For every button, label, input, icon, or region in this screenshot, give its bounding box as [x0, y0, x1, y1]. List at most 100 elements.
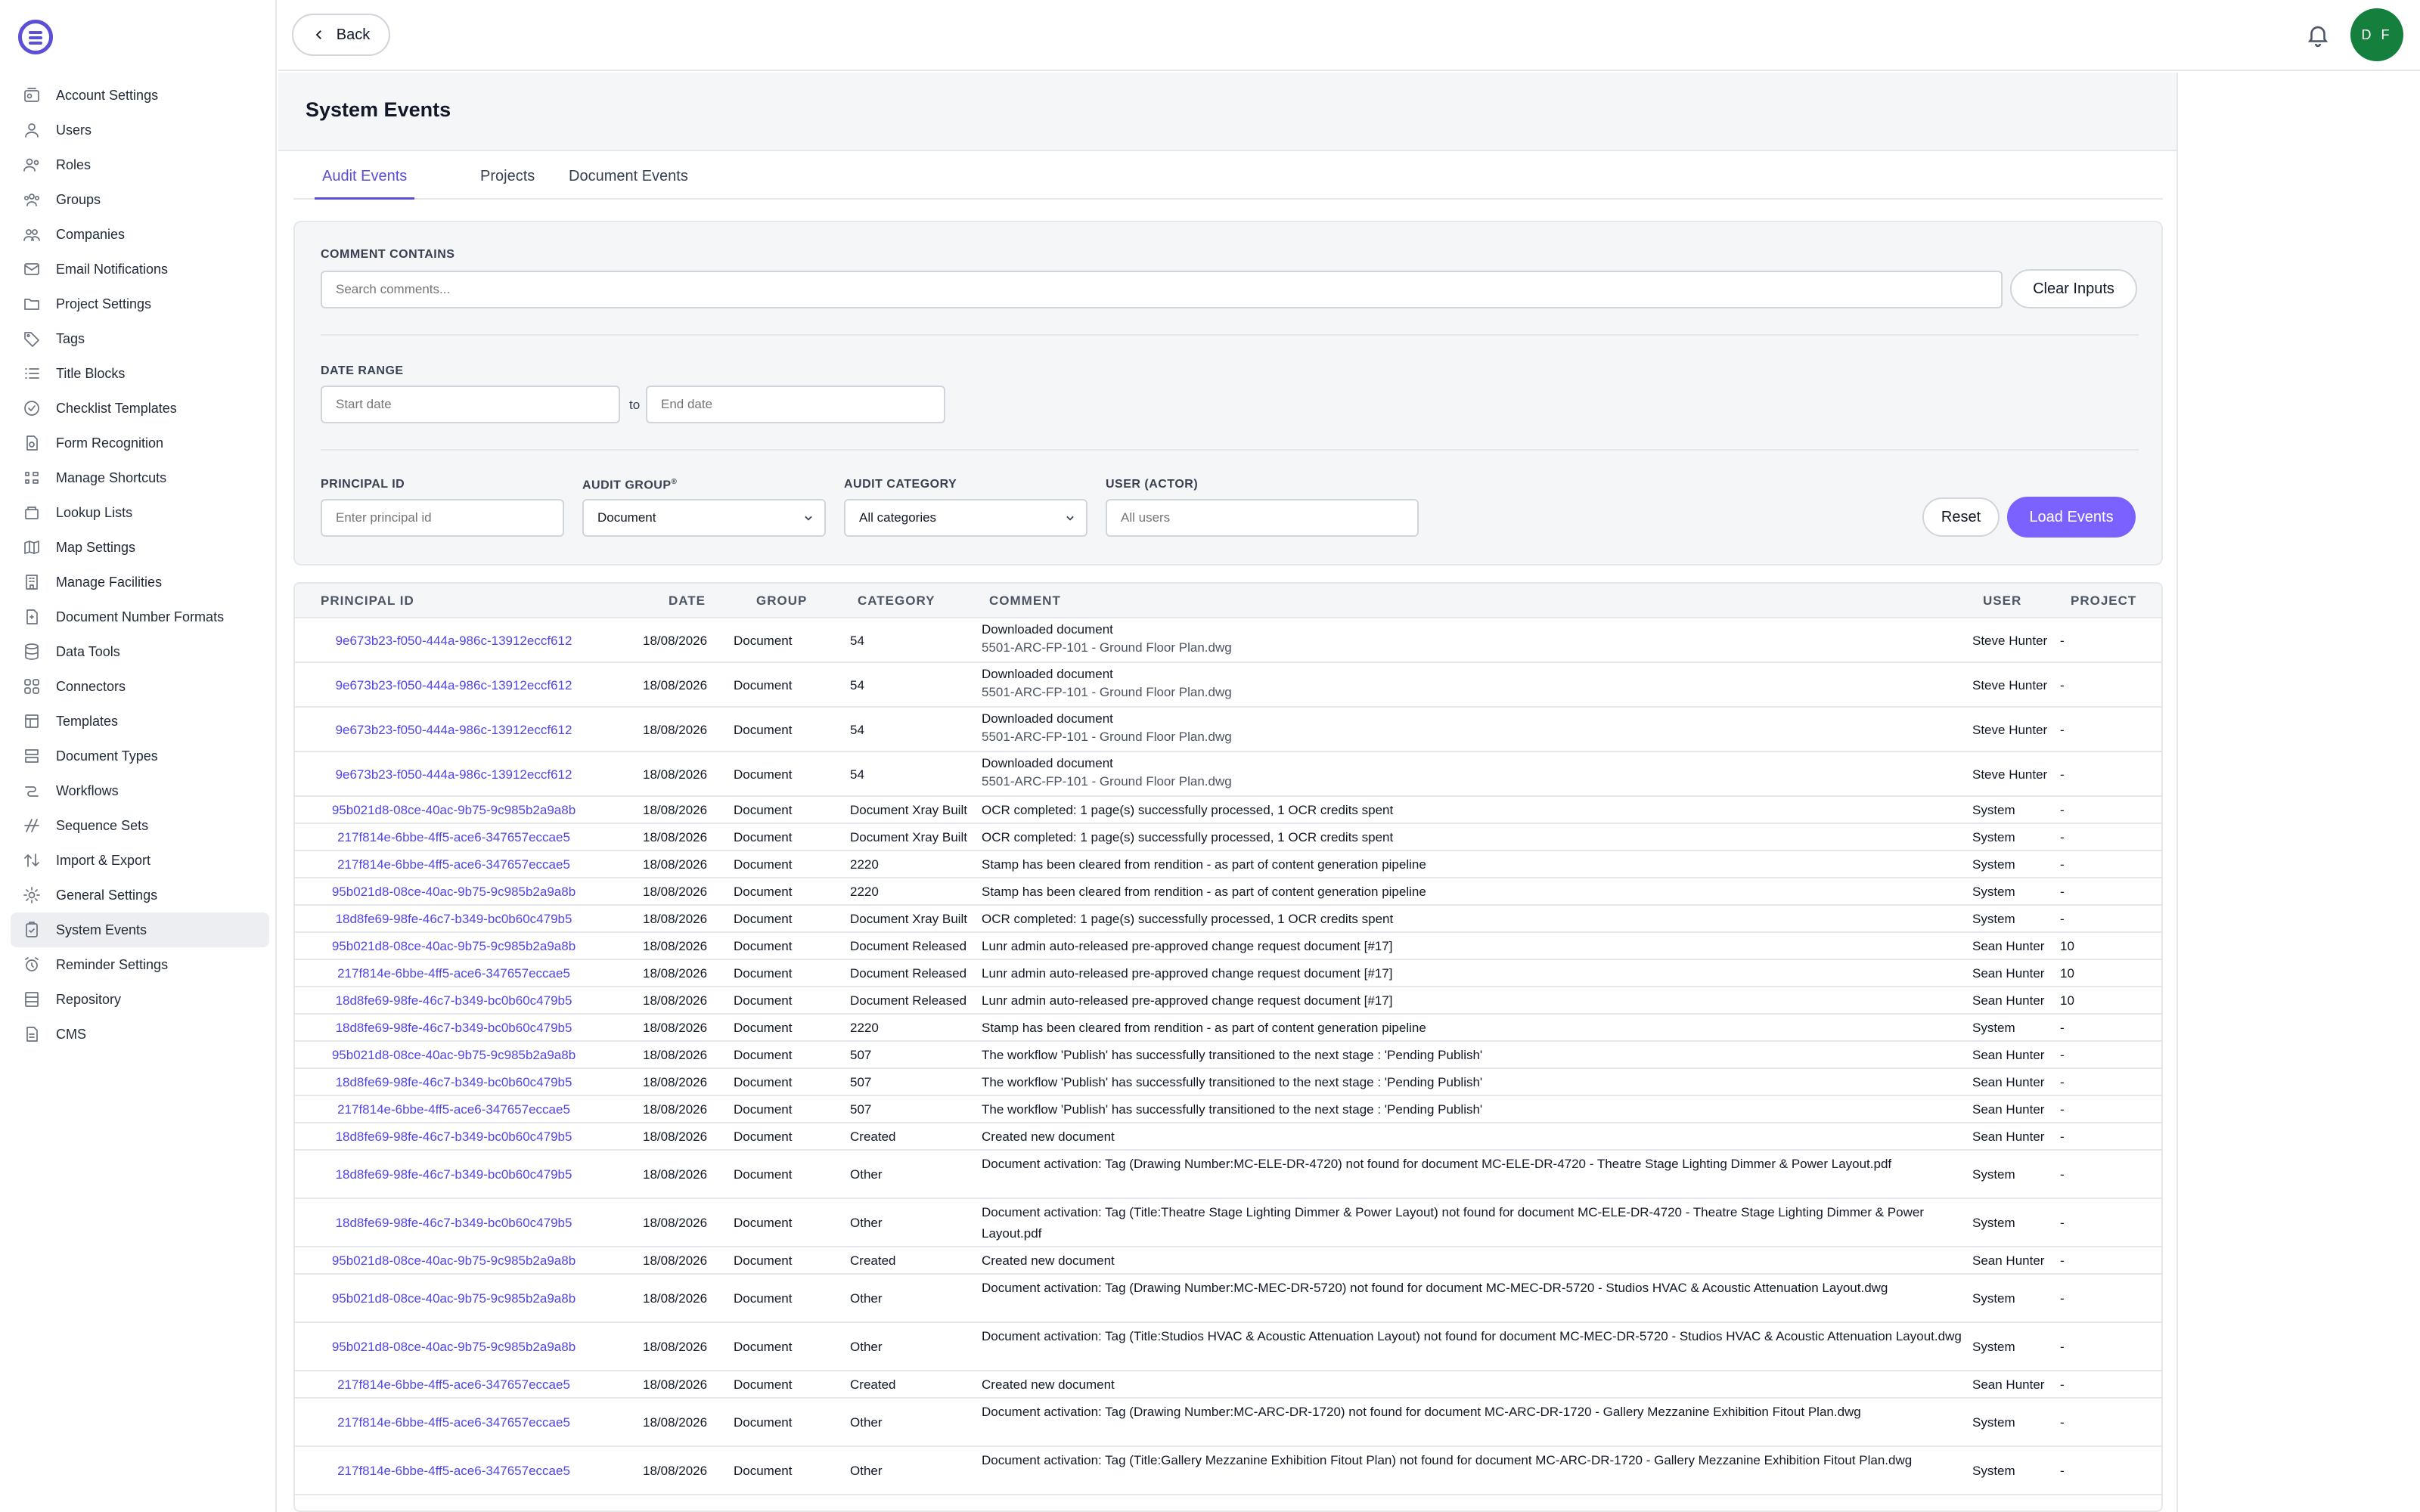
- table-row[interactable]: 18d8fe69-98fe-46c7-b349-bc0b60c479b5 18/0…: [295, 906, 2161, 933]
- table-row[interactable]: 18d8fe69-98fe-46c7-b349-bc0b60c479b5 18/0…: [295, 987, 2161, 1015]
- principal-id-link[interactable]: 95b021d8-08ce-40ac-9b75-9c985b2a9a8b: [295, 803, 613, 818]
- principal-id-link[interactable]: 95b021d8-08ce-40ac-9b75-9c985b2a9a8b: [295, 1253, 613, 1269]
- principal-id-link[interactable]: 18d8fe69-98fe-46c7-b349-bc0b60c479b5: [295, 912, 613, 927]
- sidebar-item-companies[interactable]: Companies: [11, 217, 269, 252]
- table-row[interactable]: 217f814e-6bbe-4ff5-ace6-347657eccae5 18/0…: [295, 1399, 2161, 1447]
- principal-id-link[interactable]: 95b021d8-08ce-40ac-9b75-9c985b2a9a8b: [295, 1048, 613, 1063]
- table-row[interactable]: 217f814e-6bbe-4ff5-ace6-347657eccae5 18/0…: [295, 960, 2161, 987]
- principal-id-link[interactable]: 9e673b23-f050-444a-986c-13912eccf612: [295, 767, 613, 782]
- table-row[interactable]: 9e673b23-f050-444a-986c-13912eccf612 18/0…: [295, 752, 2161, 797]
- sidebar-item-document-types[interactable]: Document Types: [11, 739, 269, 773]
- principal-id-link[interactable]: 9e673b23-f050-444a-986c-13912eccf612: [295, 678, 613, 693]
- col-principal-id[interactable]: PRINCIPAL ID: [321, 593, 414, 609]
- col-group[interactable]: GROUP: [756, 593, 807, 609]
- principal-id-link[interactable]: 95b021d8-08ce-40ac-9b75-9c985b2a9a8b: [295, 885, 613, 900]
- col-date[interactable]: DATE: [669, 593, 706, 609]
- sidebar-item-checklist-templates[interactable]: Checklist Templates: [11, 391, 269, 426]
- principal-id-link[interactable]: 18d8fe69-98fe-46c7-b349-bc0b60c479b5: [295, 1021, 613, 1036]
- principal-id-link[interactable]: 217f814e-6bbe-4ff5-ace6-347657eccae5: [295, 1102, 613, 1117]
- principal-id-link[interactable]: 217f814e-6bbe-4ff5-ace6-347657eccae5: [295, 1464, 613, 1479]
- clear-inputs-button[interactable]: Clear Inputs: [2010, 269, 2137, 308]
- sidebar-item-tags[interactable]: Tags: [11, 321, 269, 356]
- principal-id-link[interactable]: 18d8fe69-98fe-46c7-b349-bc0b60c479b5: [295, 1129, 613, 1145]
- principal-id-link[interactable]: 95b021d8-08ce-40ac-9b75-9c985b2a9a8b: [295, 1340, 613, 1355]
- load-events-button[interactable]: Load Events: [2007, 497, 2136, 538]
- sidebar-item-workflows[interactable]: Workflows: [11, 773, 269, 808]
- table-row[interactable]: 9e673b23-f050-444a-986c-13912eccf612 18/0…: [295, 618, 2161, 663]
- sidebar-item-system-events[interactable]: System Events: [11, 912, 269, 947]
- table-row[interactable]: 217f814e-6bbe-4ff5-ace6-347657eccae5 18/0…: [295, 851, 2161, 878]
- sidebar-item-title-blocks[interactable]: Title Blocks: [11, 356, 269, 391]
- user-actor-input[interactable]: [1106, 499, 1419, 537]
- principal-id-link[interactable]: 217f814e-6bbe-4ff5-ace6-347657eccae5: [295, 1377, 613, 1393]
- principal-id-link[interactable]: 95b021d8-08ce-40ac-9b75-9c985b2a9a8b: [295, 1291, 613, 1306]
- avatar[interactable]: D F: [2350, 8, 2403, 61]
- col-project[interactable]: PROJECT: [2071, 593, 2136, 609]
- tab-audit-events[interactable]: Audit Events: [315, 168, 415, 200]
- table-row[interactable]: 95b021d8-08ce-40ac-9b75-9c985b2a9a8b 18/0…: [295, 878, 2161, 906]
- sidebar-item-templates[interactable]: Templates: [11, 704, 269, 739]
- principal-id-link[interactable]: 217f814e-6bbe-4ff5-ace6-347657eccae5: [295, 1415, 613, 1430]
- principal-id-link[interactable]: 18d8fe69-98fe-46c7-b349-bc0b60c479b5: [295, 993, 613, 1009]
- sidebar-item-document-number-formats[interactable]: Document Number Formats: [11, 600, 269, 634]
- sidebar-item-account-settings[interactable]: Account Settings: [11, 78, 269, 113]
- sidebar-item-sequence-sets[interactable]: Sequence Sets: [11, 808, 269, 843]
- principal-id-link[interactable]: 217f814e-6bbe-4ff5-ace6-347657eccae5: [295, 857, 613, 872]
- sidebar-item-import-export[interactable]: Import & Export: [11, 843, 269, 878]
- table-row[interactable]: 95b021d8-08ce-40ac-9b75-9c985b2a9a8b 18/0…: [295, 1042, 2161, 1069]
- sidebar-item-email-notifications[interactable]: Email Notifications: [11, 252, 269, 287]
- comment-search-input[interactable]: [321, 271, 2003, 308]
- table-row[interactable]: 18d8fe69-98fe-46c7-b349-bc0b60c479b5 18/0…: [295, 1123, 2161, 1151]
- col-category[interactable]: CATEGORY: [858, 593, 935, 609]
- principal-id-link[interactable]: 18d8fe69-98fe-46c7-b349-bc0b60c479b5: [295, 1075, 613, 1090]
- start-date-input[interactable]: [321, 386, 620, 423]
- table-row[interactable]: 217f814e-6bbe-4ff5-ace6-347657eccae5 18/0…: [295, 824, 2161, 851]
- table-row[interactable]: 217f814e-6bbe-4ff5-ace6-347657eccae5 18/0…: [295, 1447, 2161, 1495]
- audit-group-select[interactable]: Document: [582, 499, 826, 537]
- sidebar-item-repository[interactable]: Repository: [11, 982, 269, 1017]
- sidebar-item-users[interactable]: Users: [11, 113, 269, 147]
- sidebar-item-lookup-lists[interactable]: Lookup Lists: [11, 495, 269, 530]
- bell-icon[interactable]: [2305, 21, 2331, 48]
- sidebar-item-groups[interactable]: Groups: [11, 182, 269, 217]
- sidebar-item-project-settings[interactable]: Project Settings: [11, 287, 269, 321]
- table-row[interactable]: 18d8fe69-98fe-46c7-b349-bc0b60c479b5 18/0…: [295, 1069, 2161, 1096]
- principal-id-link[interactable]: 95b021d8-08ce-40ac-9b75-9c985b2a9a8b: [295, 939, 613, 954]
- sidebar-item-manage-facilities[interactable]: Manage Facilities: [11, 565, 269, 600]
- sidebar-item-manage-shortcuts[interactable]: Manage Shortcuts: [11, 460, 269, 495]
- table-row[interactable]: 95b021d8-08ce-40ac-9b75-9c985b2a9a8b 18/0…: [295, 1247, 2161, 1275]
- table-row[interactable]: 18d8fe69-98fe-46c7-b349-bc0b60c479b5 18/0…: [295, 1015, 2161, 1042]
- table-row[interactable]: 217f814e-6bbe-4ff5-ace6-347657eccae5 18/0…: [295, 1371, 2161, 1399]
- table-row[interactable]: 9e673b23-f050-444a-986c-13912eccf612 18/0…: [295, 708, 2161, 752]
- principal-id-link[interactable]: 217f814e-6bbe-4ff5-ace6-347657eccae5: [295, 830, 613, 845]
- sidebar-item-data-tools[interactable]: Data Tools: [11, 634, 269, 669]
- col-user[interactable]: USER: [1983, 593, 2021, 609]
- end-date-input[interactable]: [646, 386, 945, 423]
- tab-projects[interactable]: Projects: [480, 168, 535, 200]
- principal-id-input[interactable]: [321, 499, 564, 537]
- reset-button[interactable]: Reset: [1922, 497, 2000, 537]
- sidebar-item-general-settings[interactable]: General Settings: [11, 878, 269, 912]
- principal-id-link[interactable]: 217f814e-6bbe-4ff5-ace6-347657eccae5: [295, 966, 613, 981]
- table-row[interactable]: 95b021d8-08ce-40ac-9b75-9c985b2a9a8b 18/0…: [295, 933, 2161, 960]
- principal-id-link[interactable]: 9e673b23-f050-444a-986c-13912eccf612: [295, 723, 613, 738]
- table-row[interactable]: 217f814e-6bbe-4ff5-ace6-347657eccae5 18/0…: [295, 1096, 2161, 1123]
- sidebar-item-connectors[interactable]: Connectors: [11, 669, 269, 704]
- back-button[interactable]: Back: [292, 14, 390, 56]
- table-row[interactable]: 95b021d8-08ce-40ac-9b75-9c985b2a9a8b 18/0…: [295, 1275, 2161, 1323]
- tab-document-events[interactable]: Document Events: [569, 168, 688, 200]
- sidebar-item-cms[interactable]: CMS: [11, 1017, 269, 1052]
- table-row[interactable]: 95b021d8-08ce-40ac-9b75-9c985b2a9a8b 18/0…: [295, 1323, 2161, 1371]
- audit-category-select[interactable]: All categories: [844, 499, 1087, 537]
- app-logo[interactable]: [18, 20, 53, 54]
- table-row[interactable]: 18d8fe69-98fe-46c7-b349-bc0b60c479b5 18/0…: [295, 1151, 2161, 1199]
- principal-id-link[interactable]: 9e673b23-f050-444a-986c-13912eccf612: [295, 634, 613, 649]
- table-row[interactable]: 9e673b23-f050-444a-986c-13912eccf612 18/0…: [295, 663, 2161, 708]
- table-row[interactable]: 95b021d8-08ce-40ac-9b75-9c985b2a9a8b 18/0…: [295, 797, 2161, 824]
- sidebar-item-reminder-settings[interactable]: Reminder Settings: [11, 947, 269, 982]
- sidebar-item-map-settings[interactable]: Map Settings: [11, 530, 269, 565]
- col-comment[interactable]: COMMENT: [989, 593, 1061, 609]
- principal-id-link[interactable]: 18d8fe69-98fe-46c7-b349-bc0b60c479b5: [295, 1216, 613, 1231]
- sidebar-item-form-recognition[interactable]: Form Recognition: [11, 426, 269, 460]
- table-row[interactable]: 18d8fe69-98fe-46c7-b349-bc0b60c479b5 18/0…: [295, 1199, 2161, 1247]
